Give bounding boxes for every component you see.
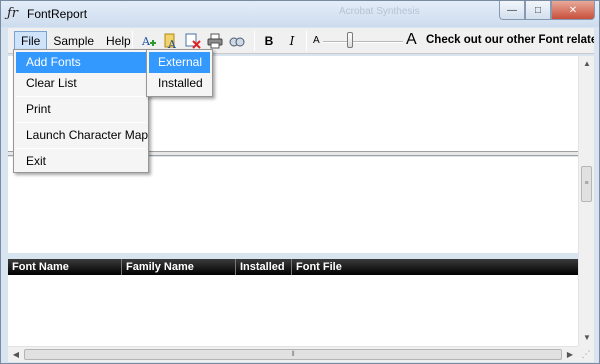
scroll-left-icon[interactable]: ◀ <box>8 347 24 363</box>
font-size-slider[interactable] <box>323 41 403 43</box>
app-window: ƒr FontReport Acrobat Synthesis — □ ✕ Fi… <box>0 0 600 364</box>
font-table-body[interactable] <box>8 275 578 346</box>
remove-font-icon[interactable] <box>185 33 201 49</box>
window-title: FontReport <box>27 7 88 21</box>
scroll-up-icon[interactable]: ▲ <box>579 56 595 72</box>
scroll-down-icon[interactable]: ▼ <box>579 330 595 346</box>
app-logo-icon: ƒr <box>7 6 19 21</box>
horizontal-scroll-thumb[interactable]: ⦀ <box>24 349 562 360</box>
submenu-item-installed[interactable]: Installed <box>149 73 210 94</box>
file-menu-dropdown: Add Fonts Clear List Print Launch Charac… <box>13 49 149 173</box>
svg-text:A: A <box>141 35 151 48</box>
scroll-right-icon[interactable]: ▶ <box>562 347 578 363</box>
window-controls: — □ ✕ <box>499 1 595 20</box>
menu-item-exit[interactable]: Exit <box>16 151 146 172</box>
font-size-small-label: A <box>313 35 320 46</box>
add-fonts-submenu: External Installed <box>146 49 213 97</box>
menu-separator <box>16 122 146 123</box>
promo-link[interactable]: Check out our other Font related tools <box>426 34 594 46</box>
column-font-name[interactable]: Font Name <box>8 259 122 275</box>
horizontal-scrollbar[interactable]: ◀ ⦀ ▶ <box>8 346 578 362</box>
font-table-header: Font Name Family Name Installed Font Fil… <box>8 259 578 275</box>
add-font-icon[interactable]: A <box>141 33 157 49</box>
italic-button[interactable]: I <box>284 33 300 49</box>
font-size-slider-thumb[interactable] <box>347 32 353 48</box>
menu-sample[interactable]: Sample <box>47 31 100 51</box>
submenu-item-external[interactable]: External <box>149 52 210 73</box>
column-family-name[interactable]: Family Name <box>122 259 236 275</box>
menu-item-clear-list[interactable]: Clear List <box>16 73 146 94</box>
menu-separator <box>16 96 146 97</box>
vertical-scrollbar[interactable]: ▲ ≡ ▼ <box>578 56 594 346</box>
resize-grip-icon[interactable]: ⋰ <box>578 346 594 362</box>
vertical-scroll-thumb[interactable]: ≡ <box>581 166 592 202</box>
menu-separator <box>16 148 146 149</box>
character-map-icon[interactable] <box>229 33 245 49</box>
minimize-button[interactable]: — <box>499 1 525 20</box>
background-window-title: Acrobat Synthesis <box>339 6 420 17</box>
maximize-button[interactable]: □ <box>525 1 551 20</box>
bold-button[interactable]: B <box>261 33 277 49</box>
column-installed[interactable]: Installed <box>236 259 292 275</box>
close-button[interactable]: ✕ <box>551 1 595 20</box>
menu-bar: File Sample Help <box>14 31 137 51</box>
menu-item-launch-character-map[interactable]: Launch Character Map <box>16 125 148 146</box>
print-icon[interactable] <box>207 33 223 49</box>
column-font-file[interactable]: Font File <box>292 259 578 275</box>
menu-file[interactable]: File <box>14 31 48 51</box>
svg-text:A: A <box>167 38 177 49</box>
menu-item-print[interactable]: Print <box>16 99 146 120</box>
font-info-icon[interactable]: A <box>163 33 179 49</box>
menu-item-add-fonts[interactable]: Add Fonts <box>16 52 146 73</box>
toolbar-separator <box>306 31 307 51</box>
title-bar[interactable]: ƒr FontReport Acrobat Synthesis — □ ✕ <box>1 1 599 27</box>
toolbar-separator <box>132 31 133 51</box>
font-size-large-label: A <box>406 31 417 48</box>
toolbar-separator <box>254 31 255 51</box>
